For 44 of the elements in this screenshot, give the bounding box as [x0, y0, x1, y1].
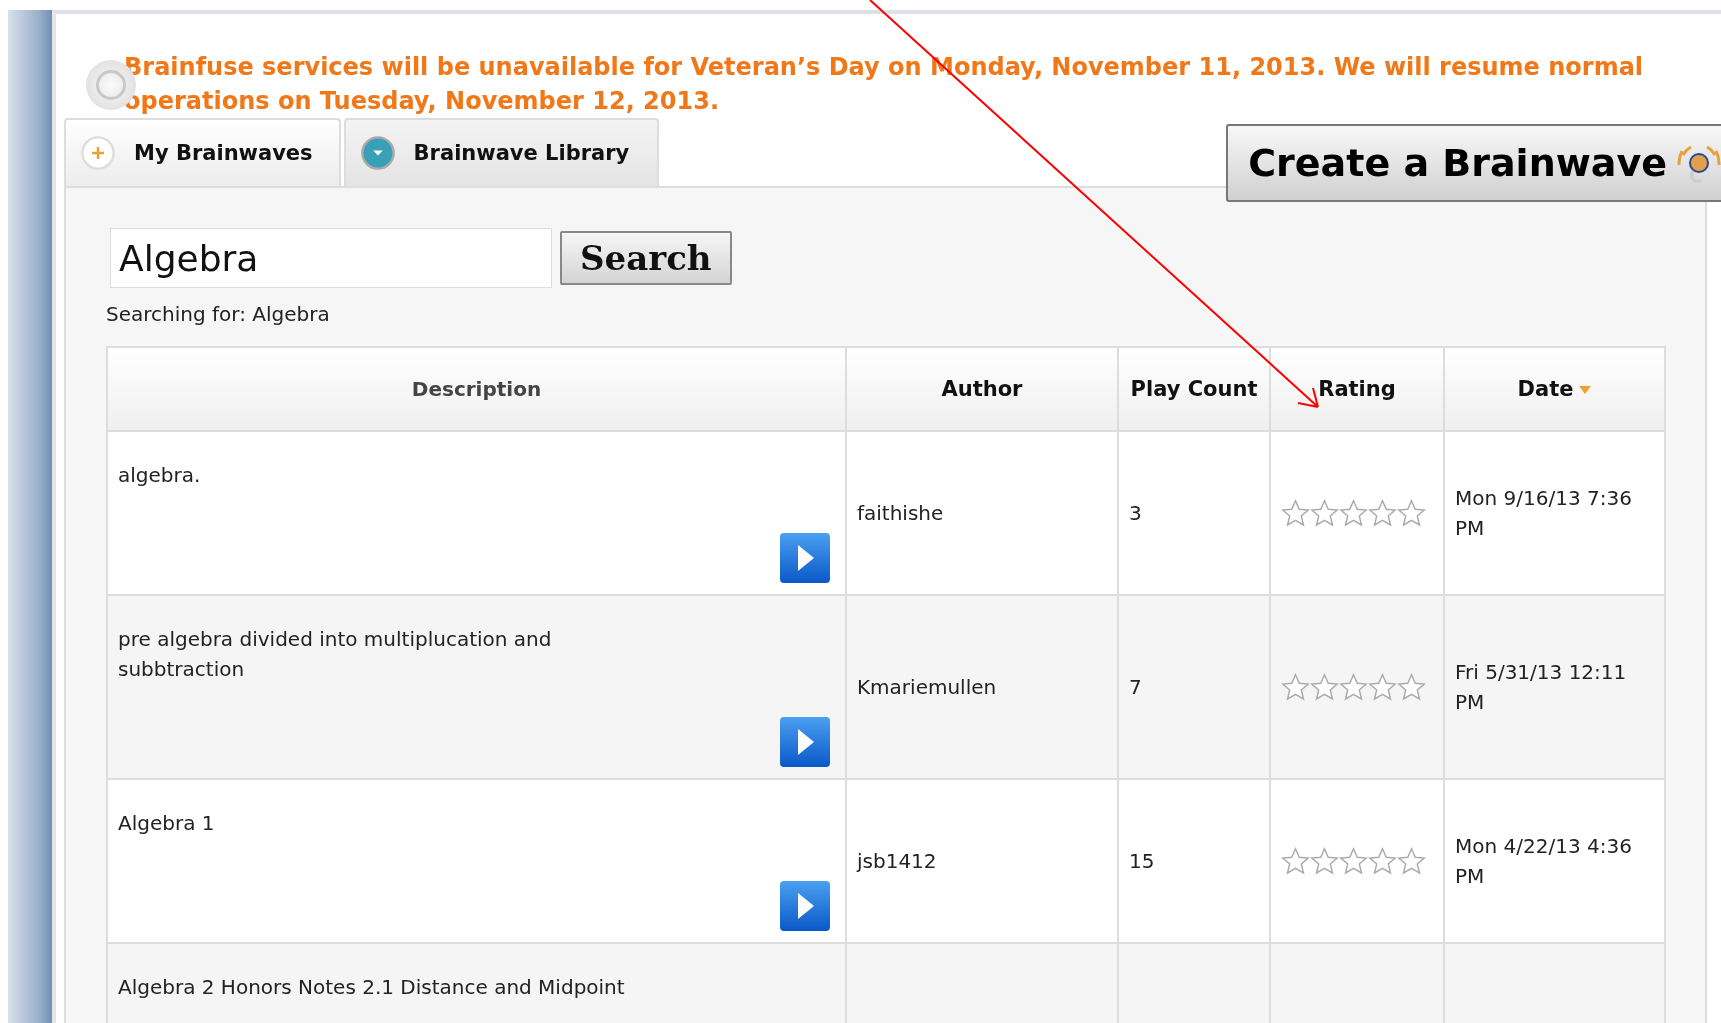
description-text: Algebra 1 [118, 810, 216, 837]
description-text: Algebra 2 Honors Notes 2.1 Distance and Midpoint [118, 974, 626, 1001]
star-icon[interactable] [1339, 672, 1368, 702]
down-circle-icon [359, 135, 396, 171]
author-text: Kmariemullen [857, 675, 997, 699]
search-status: Searching for: Algebra [106, 302, 331, 326]
date-text: Mon 9/16/13 7:36 PM [1455, 485, 1633, 542]
tab[interactable]: My Brainwaves [64, 118, 341, 186]
column-header[interactable]: Description [107, 347, 846, 431]
star-icon[interactable] [1310, 672, 1339, 702]
plus-icon [80, 135, 116, 171]
column-header[interactable]: Play Count [1118, 347, 1270, 431]
star-icon[interactable] [1281, 498, 1310, 528]
date-text: Fri 5/31/13 12:11 PM [1455, 659, 1628, 716]
author-text: faithishe [857, 501, 944, 525]
column-header[interactable]: Rating [1270, 347, 1444, 431]
star-icon[interactable] [1368, 498, 1397, 528]
star-icon[interactable] [1339, 846, 1368, 876]
play-count-text: 7 [1129, 675, 1142, 699]
create-button[interactable]: Create a Brainwave [1226, 124, 1721, 202]
author-text: jsb1412 [857, 849, 937, 873]
star-icon[interactable] [1310, 498, 1339, 528]
play-button[interactable] [779, 716, 831, 768]
star-icon[interactable] [1397, 498, 1426, 528]
description-text: algebra. [118, 462, 202, 489]
play-button[interactable] [779, 532, 831, 584]
star-icon[interactable] [1281, 846, 1310, 876]
date-text: Mon 4/22/13 4:36 PM [1455, 833, 1633, 890]
search-field[interactable]: Algebra [110, 228, 552, 288]
play-button[interactable] [779, 880, 831, 932]
star-icon[interactable] [1281, 672, 1310, 702]
description-text: pre algebra divided into multiplucation and subbtraction [118, 626, 553, 683]
play-count-text: 15 [1129, 849, 1155, 873]
star-icon[interactable] [1310, 846, 1339, 876]
star-icon[interactable] [1339, 498, 1368, 528]
play-count-text: 3 [1129, 501, 1142, 525]
star-icon[interactable] [1397, 672, 1426, 702]
search-button[interactable]: Search [560, 231, 732, 285]
column-header[interactable]: Author [846, 347, 1118, 431]
star-icon[interactable] [1368, 672, 1397, 702]
star-icon[interactable] [1368, 846, 1397, 876]
column-header[interactable]: Date [1444, 347, 1665, 431]
tab[interactable]: Brainwave Library [343, 118, 660, 186]
star-icon[interactable] [1397, 846, 1426, 876]
